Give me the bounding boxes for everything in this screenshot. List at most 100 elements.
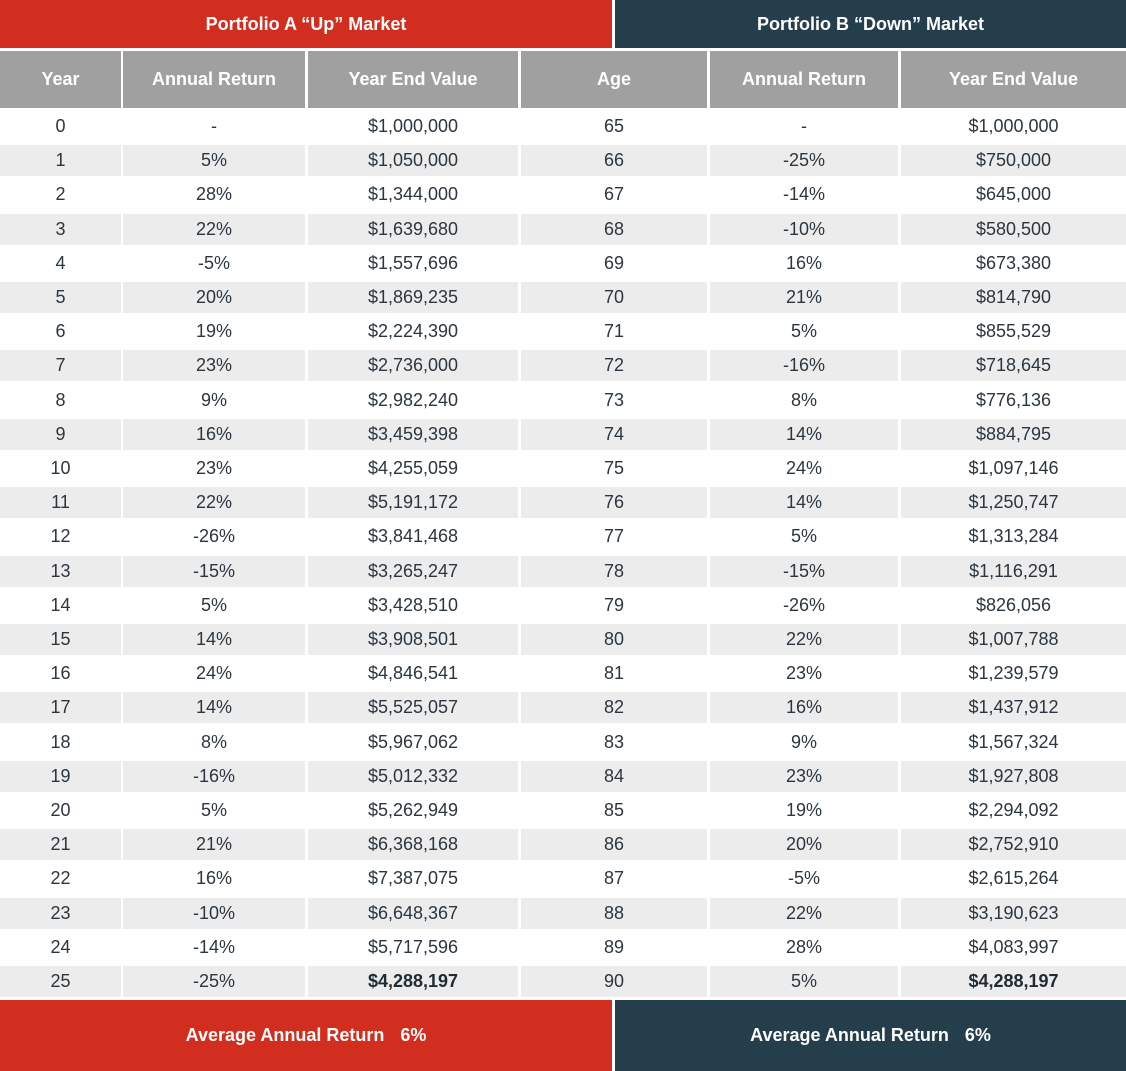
year-cell: 9 <box>0 419 121 450</box>
year-end-value-b-cell: $1,000,000 <box>968 116 1059 136</box>
column-header-row: Year Annual Return Year End Value Age An… <box>0 51 1126 108</box>
age-cell: 86 <box>521 829 707 860</box>
annual-return-a-cell: 16% <box>123 419 305 450</box>
year-cell: 10 <box>50 458 71 478</box>
age-cell: 66 <box>521 145 707 176</box>
year-end-value-a-cell: $2,224,390 <box>367 321 459 341</box>
annual-return-a-cell: 14% <box>123 692 305 723</box>
year-end-value-a-cell: $5,262,949 <box>367 800 459 820</box>
annual-return-a-cell: 22% <box>123 487 305 518</box>
year-cell: 23 <box>0 898 121 929</box>
annual-return-a-cell: -26% <box>192 526 236 546</box>
age-cell: 79 <box>603 595 625 615</box>
annual-return-a-cell: 21% <box>123 829 305 860</box>
table-row: 12 -26% $3,841,468 77 5% $1,313,284 <box>0 521 1126 552</box>
header-year: Year <box>0 51 121 108</box>
annual-return-b-cell: 16% <box>710 692 898 723</box>
age-cell: 74 <box>521 419 707 450</box>
age-cell: 67 <box>603 184 625 204</box>
annual-return-a-cell: 19% <box>195 321 233 341</box>
year-end-value-a-cell: $2,982,240 <box>367 390 459 410</box>
annual-return-b-cell: -5% <box>787 868 820 888</box>
age-cell: 89 <box>603 937 625 957</box>
year-end-value-b-cell: $4,288,197 <box>901 966 1126 997</box>
year-cell: 18 <box>50 732 71 752</box>
annual-return-a-cell: 5% <box>123 145 305 176</box>
annual-return-b-cell: 28% <box>785 937 823 957</box>
annual-return-a-cell: 24% <box>195 663 233 683</box>
annual-return-a-cell: 23% <box>195 458 233 478</box>
year-end-value-b-cell: $718,645 <box>901 350 1126 381</box>
table-row: 0 - $1,000,000 65 - $1,000,000 <box>0 111 1126 142</box>
annual-return-b-cell: - <box>801 116 807 136</box>
annual-return-b-cell: -16% <box>710 350 898 381</box>
header-year-end-value-a: Year End Value <box>308 51 518 108</box>
year-cell: 24 <box>50 937 71 957</box>
annual-return-a-cell: 14% <box>123 624 305 655</box>
table-row: 5 20% $1,869,235 70 21% $814,790 <box>0 282 1126 313</box>
year-end-value-b-cell: $2,294,092 <box>968 800 1059 820</box>
footer-bar: Average Annual Return 6% Average Annual … <box>0 1000 1126 1071</box>
year-cell: 6 <box>55 321 66 341</box>
year-end-value-a-cell: $3,908,501 <box>308 624 518 655</box>
year-end-value-b-cell: $1,097,146 <box>968 458 1059 478</box>
table-row: 19 -16% $5,012,332 84 23% $1,927,808 <box>0 761 1126 792</box>
table-row: 14 5% $3,428,510 79 -26% $826,056 <box>0 590 1126 621</box>
year-end-value-a-cell: $1,000,000 <box>367 116 459 136</box>
age-cell: 90 <box>521 966 707 997</box>
annual-return-b-cell: 23% <box>710 761 898 792</box>
age-cell: 80 <box>521 624 707 655</box>
year-cell: 0 <box>55 116 66 136</box>
age-cell: 83 <box>603 732 625 752</box>
annual-return-b-cell: 16% <box>785 253 823 273</box>
year-end-value-a-cell: $3,841,468 <box>367 526 459 546</box>
year-end-value-b-cell: $3,190,623 <box>901 898 1126 929</box>
table-row: 20 5% $5,262,949 85 19% $2,294,092 <box>0 795 1126 826</box>
year-end-value-b-cell: $814,790 <box>901 282 1126 313</box>
annual-return-b-cell: 21% <box>710 282 898 313</box>
annual-return-b-cell: 19% <box>785 800 823 820</box>
average-return-value-b: 6% <box>964 1025 991 1045</box>
header-age: Age <box>521 51 707 108</box>
year-end-value-a-cell: $1,869,235 <box>308 282 518 313</box>
annual-return-b-cell: -26% <box>782 595 826 615</box>
year-cell: 25 <box>0 966 121 997</box>
year-cell: 13 <box>0 556 121 587</box>
annual-return-b-cell: 8% <box>790 390 817 410</box>
average-return-label-a: Average Annual Return <box>185 1025 385 1045</box>
year-cell: 7 <box>0 350 121 381</box>
year-end-value-a-cell: $5,967,062 <box>367 732 459 752</box>
annual-return-a-cell: 22% <box>123 214 305 245</box>
annual-return-b-cell: -25% <box>710 145 898 176</box>
age-cell: 71 <box>603 321 625 341</box>
annual-return-a-cell: - <box>211 116 217 136</box>
table-row: 15 14% $3,908,501 80 22% $1,007,788 <box>0 624 1126 655</box>
year-end-value-b-cell: $1,007,788 <box>901 624 1126 655</box>
table-row: 2 28% $1,344,000 67 -14% $645,000 <box>0 179 1126 210</box>
table-row: 18 8% $5,967,062 83 9% $1,567,324 <box>0 727 1126 758</box>
year-cell: 21 <box>0 829 121 860</box>
table-row: 21 21% $6,368,168 86 20% $2,752,910 <box>0 829 1126 860</box>
year-end-value-a-cell: $6,368,168 <box>308 829 518 860</box>
year-end-value-a-cell: $4,288,197 <box>308 966 518 997</box>
age-cell: 75 <box>603 458 625 478</box>
year-end-value-a-cell: $1,344,000 <box>367 184 459 204</box>
age-cell: 73 <box>603 390 625 410</box>
age-cell: 69 <box>603 253 625 273</box>
annual-return-a-cell: 28% <box>195 184 233 204</box>
year-end-value-a-cell: $5,525,057 <box>308 692 518 723</box>
year-end-value-b-cell: $673,380 <box>975 253 1052 273</box>
year-cell: 1 <box>0 145 121 176</box>
age-cell: 84 <box>521 761 707 792</box>
table-row: 3 22% $1,639,680 68 -10% $580,500 <box>0 214 1126 245</box>
annual-return-a-cell: -16% <box>123 761 305 792</box>
year-end-value-b-cell: $776,136 <box>975 390 1052 410</box>
table-row: 6 19% $2,224,390 71 5% $855,529 <box>0 316 1126 347</box>
header-annual-return-b: Annual Return <box>710 51 898 108</box>
portfolio-b-title: Portfolio B “Down” Market <box>615 0 1126 48</box>
year-end-value-a-cell: $1,050,000 <box>308 145 518 176</box>
age-cell: 85 <box>603 800 625 820</box>
age-cell: 77 <box>603 526 625 546</box>
table-row: 16 24% $4,846,541 81 23% $1,239,579 <box>0 658 1126 689</box>
year-end-value-b-cell: $1,313,284 <box>968 526 1059 546</box>
